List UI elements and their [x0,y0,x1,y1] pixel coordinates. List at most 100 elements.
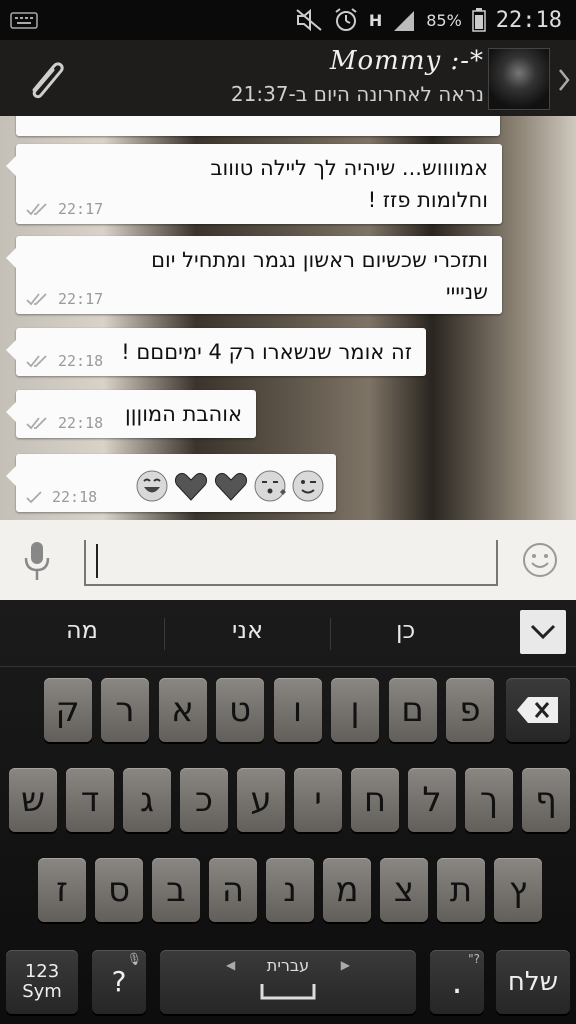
check-icon [26,491,42,504]
suggestion-divider [330,618,331,650]
double-check-icon [26,293,47,306]
message-text: אוהבת המוןןן [125,402,242,426]
contact-name[interactable]: Mommy :-* [330,46,484,76]
question-key-label: ? [111,965,127,998]
key-row1-5[interactable]: א [158,678,207,742]
message-input[interactable] [84,540,498,586]
compose-bar [0,520,576,600]
message-bubble[interactable]: 22:18 [6,454,336,512]
key-row1-6[interactable]: ר [101,678,149,742]
message-text: אמווווש... שיהיה לך ליילה טוווב וחלומות … [210,156,488,212]
key-row1-4[interactable]: ט [216,678,264,742]
microphone-icon[interactable] [22,540,52,582]
key-row3-0[interactable]: ץ [494,858,542,922]
bubble-tail [6,248,16,268]
space-language-label: עברית [266,956,310,975]
laugh-emoji [136,470,168,502]
bubble-tail [6,340,16,360]
message-bubble[interactable]: זה אומר שנשארו רק 4 ימיםםם ! 22:18 [6,328,426,376]
key-row3-8[interactable]: ז [38,858,86,922]
message-bubble[interactable]: אמווווש... שיהיה לך ליילה טוווב וחלומות … [6,144,502,224]
key-row1-2[interactable]: ן [331,678,379,742]
message-time: 22:17 [58,200,104,218]
battery-percent: 85% [426,10,462,30]
send-key[interactable]: שלח [496,950,570,1014]
chevron-right-icon[interactable] [556,66,572,94]
key-row2-1[interactable]: ך [465,768,513,832]
suggestion-item[interactable]: כן [396,616,415,644]
message-meta: 22:17 [26,200,103,218]
key-row2-9[interactable]: ש [9,768,57,832]
message-bubble-partial [16,116,500,136]
mic-sub-icon: 🎙 [126,952,142,966]
alarm-icon [335,8,357,31]
space-bar-icon [260,984,316,1000]
key-row3-4[interactable]: נ [266,858,314,922]
key-row2-3[interactable]: ח [351,768,399,832]
status-bar: H 85% 22:18 [0,0,576,40]
bubble-tail [6,466,16,486]
message-meta: 22:18 [26,414,103,432]
key-row3-1[interactable]: ת [437,858,485,922]
key-row3-3[interactable]: מ [323,858,371,922]
message-time: 22:17 [58,290,104,308]
key-row2-2[interactable]: ל [408,768,456,832]
key-row2-4[interactable]: י [294,768,342,832]
message-time: 22:18 [52,488,98,506]
suggestion-item[interactable]: אני [232,616,263,644]
message-bubble[interactable]: ותזכרי שכשיום ראשון נגמר ומתחיל יום שניי… [6,236,502,314]
signal-icon [394,11,415,31]
suggestion-item[interactable]: מה [66,616,98,644]
key-row2-7[interactable]: ג [123,768,171,832]
bubble-tail [6,156,16,176]
emoji-row [136,470,324,502]
key-row1-3[interactable]: ו [273,678,322,742]
period-key[interactable]: "? . [430,950,484,1014]
double-check-icon [26,355,47,368]
key-row1-7[interactable]: ק [43,678,92,742]
chat-header: Mommy :-* נראה לאחרונה היום ב-21:37 [0,40,576,116]
emoji-icon[interactable] [522,542,558,578]
collapse-keyboard-button[interactable] [520,610,566,654]
kiss-emoji [254,470,286,502]
symbols-key[interactable]: 123 Sym [6,950,78,1014]
message-text: זה אומר שנשארו רק 4 ימיםםם ! [121,340,412,364]
backspace-icon [517,697,558,723]
key-row1-1[interactable]: ם [388,678,437,742]
suggestion-bar: כן אני מה [0,600,576,667]
wink-emoji [292,470,324,502]
backspace-key[interactable] [506,678,570,742]
message-text: ותזכרי שכשיום ראשון נגמר ומתחיל יום שניי… [151,248,488,304]
network-type: H [368,10,383,30]
key-row3-6[interactable]: ב [152,858,200,922]
message-bubble[interactable]: אוהבת המוןןן 22:18 [6,390,256,438]
key-row3-7[interactable]: ס [95,858,143,922]
last-seen-status: נראה לאחרונה היום ב-21:37 [230,82,484,106]
send-key-label: שלח [507,967,559,997]
key-row3-5[interactable]: ה [209,858,257,922]
mute-icon [296,8,322,32]
symbols-key-label: 123 Sym [22,961,62,1002]
message-meta: 22:17 [26,290,103,308]
contact-avatar[interactable] [488,48,550,110]
message-time: 22:18 [58,414,104,432]
message-time: 22:18 [58,352,104,370]
battery-icon [472,8,486,32]
key-row2-5[interactable]: ע [237,768,285,832]
keyboard-icon [10,12,38,29]
quotes-sub-label: "? [468,952,480,966]
chat-area[interactable]: אמווווש... שיהיה לך ליילה טוווב וחלומות … [0,116,576,520]
key-row3-2[interactable]: צ [380,858,428,922]
space-key[interactable]: ◀ עברית ▶ [160,950,416,1014]
chevron-down-icon [530,624,556,640]
key-row2-0[interactable]: ף [522,768,570,832]
suggestion-divider [164,618,165,650]
question-key[interactable]: 🎙 ? [92,950,146,1014]
key-row2-8[interactable]: ד [66,768,114,832]
key-row1-0[interactable]: פ [446,678,494,742]
heart-emoji [174,472,208,501]
double-check-icon [26,203,47,216]
text-cursor [96,544,98,578]
attach-icon[interactable] [20,54,70,104]
key-row2-6[interactable]: כ [180,768,228,832]
